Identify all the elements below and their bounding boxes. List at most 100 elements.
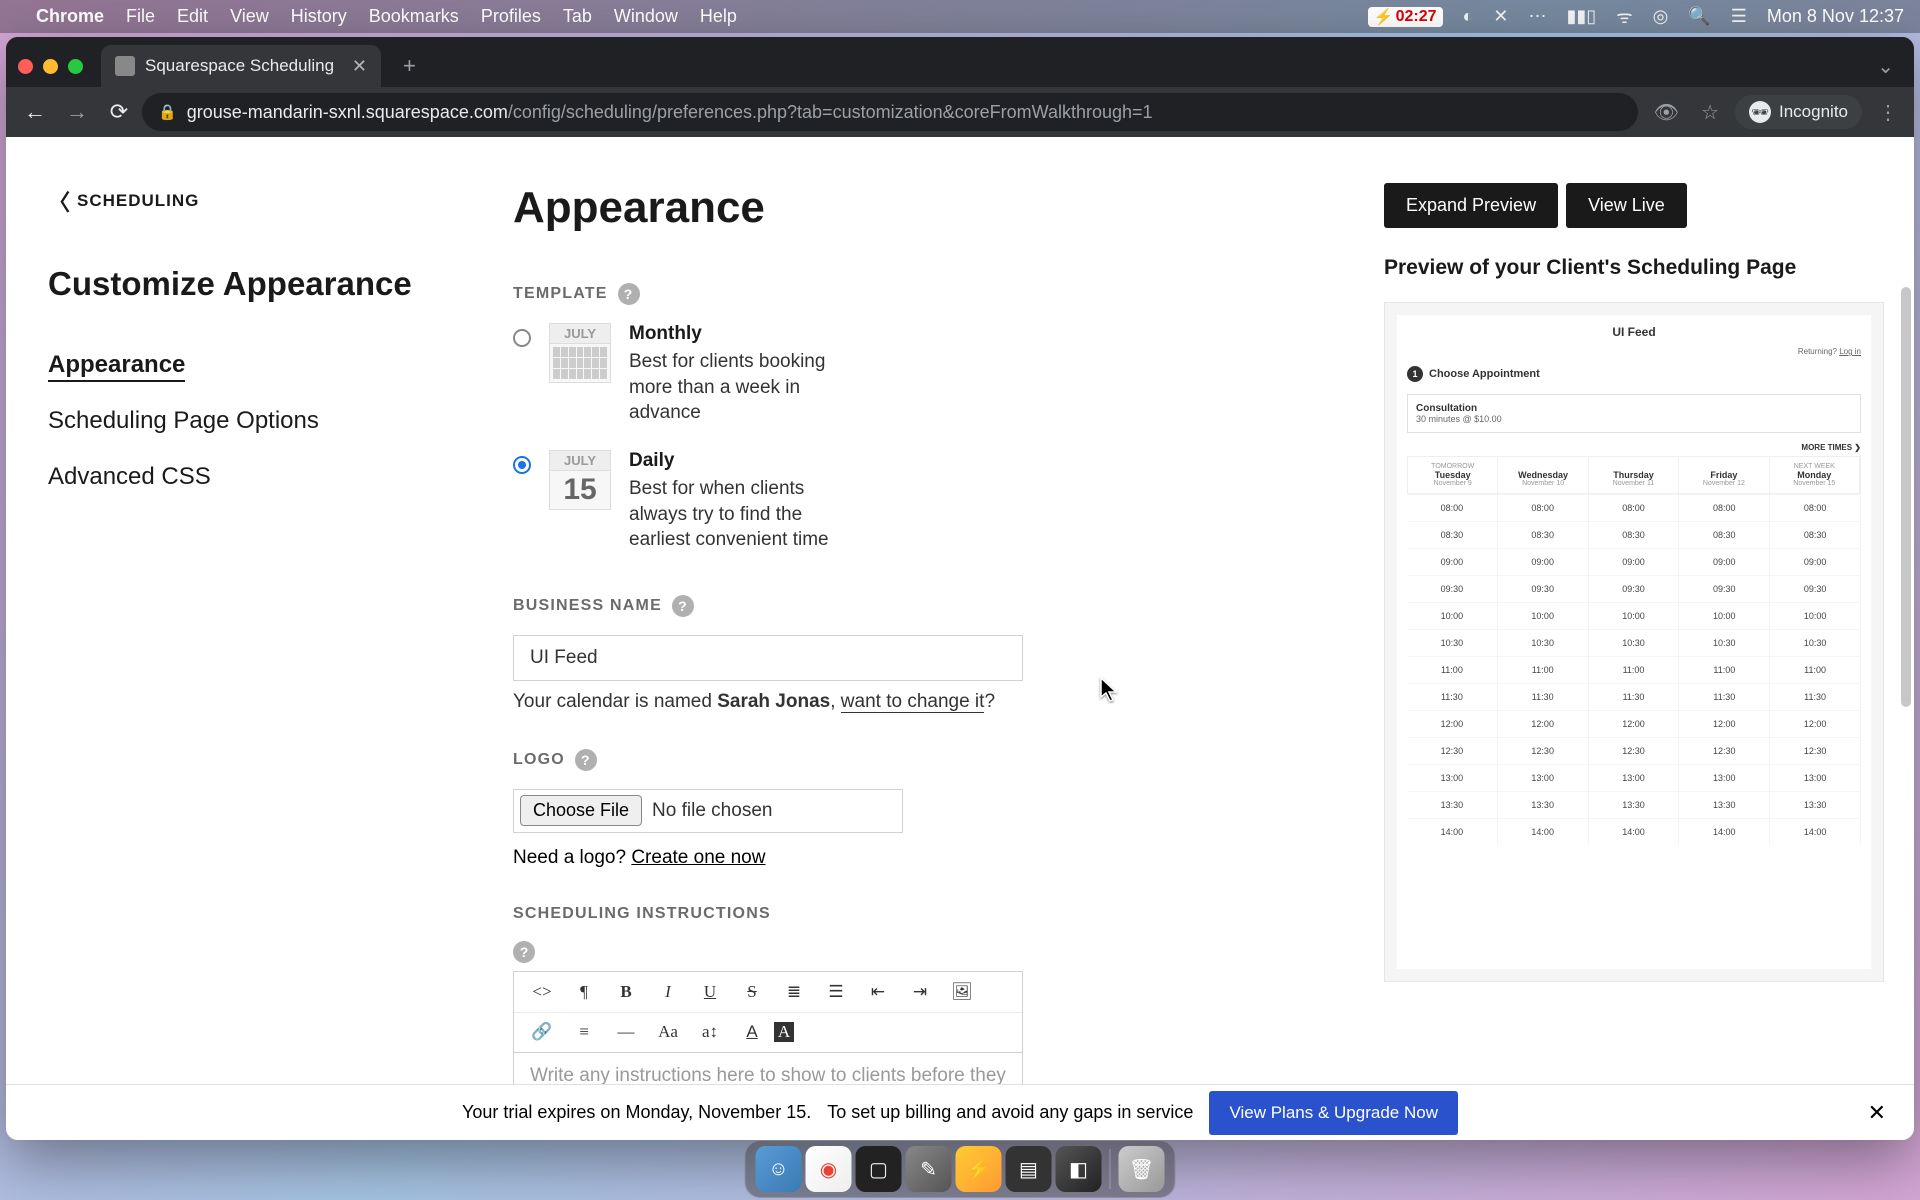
preview-time-slot[interactable]: 13:30 [1498, 791, 1589, 818]
help-icon[interactable]: ? [672, 595, 694, 617]
paragraph-icon[interactable]: ¶ [564, 976, 604, 1008]
preview-time-slot[interactable]: 12:00 [1407, 710, 1498, 737]
wifi-icon[interactable]: ᯤ [1616, 5, 1632, 29]
template-option-monthly[interactable]: JULY Monthly Best for clients booking mo… [513, 323, 1332, 426]
nav-reload-button[interactable]: ⟳ [100, 93, 138, 131]
preview-time-slot[interactable]: 13:00 [1679, 764, 1770, 791]
expand-preview-button[interactable]: Expand Preview [1384, 183, 1558, 228]
align-icon[interactable]: ≡ [564, 1016, 604, 1048]
indent-icon[interactable]: ⇥ [900, 976, 940, 1008]
preview-more-times[interactable]: MORE TIMES ❯ [1407, 443, 1861, 452]
preview-time-slot[interactable]: 08:00 [1407, 494, 1498, 521]
sidebar-item-scheduling-page-options[interactable]: Scheduling Page Options [48, 407, 419, 435]
banner-close-icon[interactable]: ✕ [1868, 1100, 1886, 1126]
preview-time-slot[interactable]: 12:00 [1770, 710, 1861, 737]
preview-time-slot[interactable]: 13:00 [1770, 764, 1861, 791]
bold-icon[interactable]: B [606, 976, 646, 1008]
choose-file-button[interactable]: Choose File [520, 795, 642, 826]
preview-time-slot[interactable]: 13:00 [1407, 764, 1498, 791]
line-height-icon[interactable]: a↕ [690, 1016, 730, 1048]
preview-time-slot[interactable]: 14:00 [1407, 818, 1498, 845]
business-name-input[interactable] [513, 635, 1023, 681]
sidebar-item-appearance[interactable]: Appearance [48, 351, 419, 379]
preview-day-column[interactable]: NEXT WEEKMondayNovember 15 [1770, 457, 1860, 493]
preview-time-slot[interactable]: 09:30 [1679, 575, 1770, 602]
preview-time-slot[interactable]: 11:00 [1770, 656, 1861, 683]
menubar-timer[interactable]: ⚡02:27 [1368, 7, 1443, 27]
preview-time-slot[interactable]: 08:00 [1679, 494, 1770, 521]
browser-tab[interactable]: Squarespace Scheduling ✕ [101, 45, 381, 87]
view-live-button[interactable]: View Live [1566, 183, 1687, 228]
preview-time-slot[interactable]: 12:30 [1770, 737, 1861, 764]
preview-time-slot[interactable]: 14:00 [1589, 818, 1680, 845]
highlight-icon[interactable]: A [774, 1022, 794, 1042]
menu-bookmarks[interactable]: Bookmarks [369, 6, 459, 27]
dock-app-icon[interactable]: ◧ [1056, 1146, 1102, 1192]
underline-icon[interactable]: U [690, 976, 730, 1008]
battery-icon[interactable]: ▮▮▯ [1566, 6, 1596, 27]
preview-time-slot[interactable]: 12:00 [1498, 710, 1589, 737]
menu-file[interactable]: File [126, 6, 155, 27]
dock-terminal-icon[interactable]: ▢ [856, 1146, 902, 1192]
spotlight-icon[interactable]: 🔍 [1688, 6, 1710, 27]
preview-time-slot[interactable]: 11:00 [1498, 656, 1589, 683]
preview-time-slot[interactable]: 11:30 [1407, 683, 1498, 710]
preview-time-slot[interactable]: 10:30 [1407, 629, 1498, 656]
text-color-icon[interactable]: A [732, 1016, 772, 1048]
preview-time-slot[interactable]: 09:30 [1407, 575, 1498, 602]
create-logo-link[interactable]: Create one now [631, 847, 765, 868]
incognito-badge[interactable]: 🕶 Incognito [1735, 95, 1862, 129]
tabs-dropdown-icon[interactable]: ⌄ [1877, 54, 1894, 79]
dock-trash-icon[interactable]: 🗑 [1119, 1146, 1165, 1192]
nav-forward-button[interactable]: → [58, 93, 96, 131]
image-icon[interactable]: 🖼 [942, 976, 982, 1008]
menubar-datetime[interactable]: Mon 8 Nov 12:37 [1767, 6, 1904, 27]
preview-time-slot[interactable]: 12:30 [1679, 737, 1770, 764]
status-icon-4[interactable]: ◎ [1653, 6, 1669, 27]
preview-time-slot[interactable]: 09:30 [1589, 575, 1680, 602]
preview-time-slot[interactable]: 14:00 [1770, 818, 1861, 845]
window-maximize[interactable] [68, 59, 83, 74]
link-icon[interactable]: 🔗 [522, 1016, 562, 1048]
status-icon-1[interactable]: ◐ [1463, 6, 1474, 27]
eye-off-icon[interactable]: 👁 [1648, 94, 1685, 131]
radio-monthly[interactable] [513, 329, 531, 347]
back-to-scheduling[interactable]: 〈 SCHEDULING [48, 185, 419, 217]
status-icon-3[interactable]: ⋯ [1528, 6, 1546, 27]
dock-chrome-icon[interactable]: ◉ [806, 1146, 852, 1192]
dock-app-icon[interactable]: ⚡ [956, 1146, 1002, 1192]
control-center-icon[interactable]: ☰ [1731, 6, 1747, 27]
help-icon[interactable]: ? [513, 941, 535, 963]
preview-day-column[interactable]: FridayNovember 12 [1679, 457, 1769, 493]
radio-daily[interactable] [513, 456, 531, 474]
upgrade-button[interactable]: View Plans & Upgrade Now [1209, 1091, 1458, 1135]
preview-day-column[interactable]: TOMORROWTuesdayNovember 9 [1408, 457, 1498, 493]
status-icon-2[interactable]: ✕ [1493, 6, 1508, 27]
menu-profiles[interactable]: Profiles [481, 6, 541, 27]
menu-tab[interactable]: Tab [563, 6, 592, 27]
preview-day-column[interactable]: ThursdayNovember 11 [1589, 457, 1679, 493]
preview-time-slot[interactable]: 09:00 [1770, 548, 1861, 575]
preview-time-slot[interactable]: 09:00 [1589, 548, 1680, 575]
preview-time-slot[interactable]: 10:00 [1770, 602, 1861, 629]
preview-time-slot[interactable]: 09:00 [1679, 548, 1770, 575]
preview-time-slot[interactable]: 12:30 [1407, 737, 1498, 764]
outdent-icon[interactable]: ⇤ [858, 976, 898, 1008]
nav-back-button[interactable]: ← [16, 93, 54, 131]
preview-time-slot[interactable]: 08:30 [1679, 521, 1770, 548]
preview-time-slot[interactable]: 12:00 [1589, 710, 1680, 737]
preview-time-slot[interactable]: 10:30 [1589, 629, 1680, 656]
template-option-daily[interactable]: JULY 15 Daily Best for when clients alwa… [513, 450, 1332, 553]
preview-time-slot[interactable]: 10:00 [1679, 602, 1770, 629]
preview-time-slot[interactable]: 12:30 [1498, 737, 1589, 764]
sidebar-item-advanced-css[interactable]: Advanced CSS [48, 463, 419, 491]
bullet-list-icon[interactable]: ≣ [774, 976, 814, 1008]
preview-time-slot[interactable]: 09:30 [1498, 575, 1589, 602]
strikethrough-icon[interactable]: S [732, 976, 772, 1008]
code-view-icon[interactable]: <> [522, 976, 562, 1008]
menu-history[interactable]: History [291, 6, 347, 27]
preview-time-slot[interactable]: 10:30 [1498, 629, 1589, 656]
numbered-list-icon[interactable]: ☰ [816, 976, 856, 1008]
change-calendar-name-link[interactable]: want to change it [841, 691, 985, 713]
new-tab-button[interactable]: + [393, 47, 426, 85]
